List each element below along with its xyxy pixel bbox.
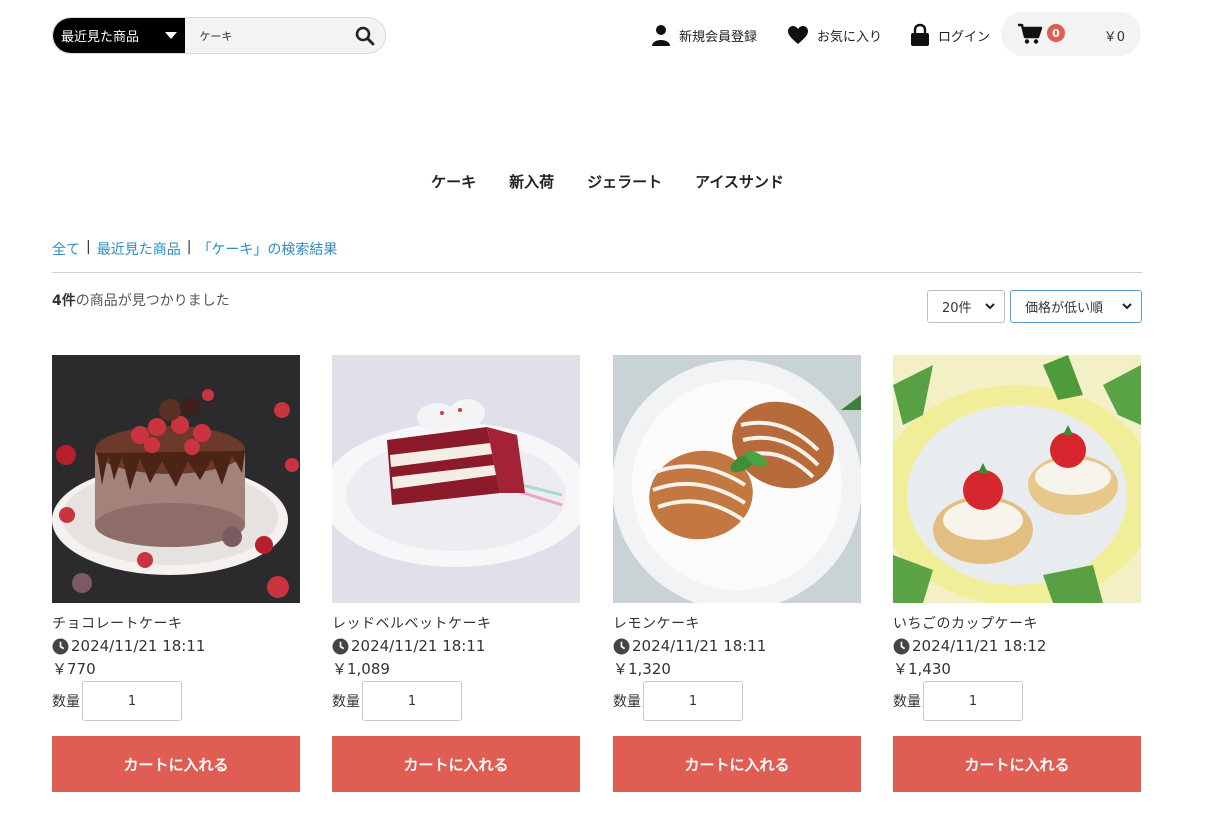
breadcrumb-separator: |: [86, 239, 91, 255]
breadcrumb-separator: |: [186, 239, 192, 255]
product-image[interactable]: [332, 355, 580, 603]
product-date: 2024/11/21 18:11: [52, 637, 300, 655]
result-count-number: 4件: [52, 293, 76, 309]
login-label: ログイン: [938, 29, 991, 45]
register-label: 新規会員登録: [679, 29, 758, 45]
result-count-suffix: の商品が見つかりました: [75, 293, 230, 309]
clock-icon: [332, 638, 349, 654]
product-card: レッドベルベットケーキ 2024/11/21 18:11 ￥1,089 数量 カ…: [332, 355, 580, 792]
quantity-input[interactable]: [643, 681, 743, 721]
nav-cake[interactable]: ケーキ: [431, 171, 476, 192]
register-link[interactable]: 新規会員登録: [651, 22, 757, 48]
add-to-cart-button[interactable]: カートに入れる: [893, 736, 1141, 792]
product-date: 2024/11/21 18:12: [893, 637, 1141, 655]
cart-total: ￥0: [1103, 30, 1125, 45]
quantity-input[interactable]: [362, 681, 462, 721]
product-name[interactable]: レッドベルベットケーキ: [332, 613, 580, 633]
user-icon: [652, 25, 670, 46]
quantity-label: 数量: [893, 694, 921, 710]
quantity-label: 数量: [332, 694, 360, 710]
divider: [52, 272, 1142, 273]
product-date-text: 2024/11/21 18:12: [912, 637, 1047, 655]
cart-count-badge: 0: [1047, 24, 1065, 42]
quantity-input[interactable]: [923, 681, 1023, 721]
product-image[interactable]: [52, 355, 300, 603]
quantity-label: 数量: [613, 694, 641, 710]
search-icon: [355, 26, 375, 45]
result-count: 4件の商品が見つかりました: [52, 290, 230, 310]
product-name[interactable]: レモンケーキ: [613, 613, 861, 633]
quantity-row: 数量: [893, 681, 1141, 721]
clock-icon: [613, 638, 630, 654]
favorites-link[interactable]: お気に入り: [787, 22, 882, 48]
heart-icon: [788, 26, 808, 44]
clock-icon: [52, 638, 69, 654]
login-link[interactable]: ログイン: [910, 22, 990, 48]
caret-down-icon: [165, 32, 178, 39]
breadcrumb-search-result[interactable]: 「ケーキ」の検索結果: [197, 239, 337, 259]
add-to-cart-button[interactable]: カートに入れる: [332, 736, 580, 792]
breadcrumb: 全て | 最近見た商品 | 「ケーキ」の検索結果: [52, 239, 337, 259]
add-to-cart-button[interactable]: カートに入れる: [52, 736, 300, 792]
add-to-cart-button[interactable]: カートに入れる: [613, 736, 861, 792]
product-date: 2024/11/21 18:11: [613, 637, 861, 655]
sort-value: 価格が低い順: [1025, 301, 1104, 316]
favorites-label: お気に入り: [817, 29, 883, 45]
product-price: ￥1,320: [613, 660, 671, 678]
search-input[interactable]: [185, 18, 345, 53]
product-date: 2024/11/21 18:11: [332, 637, 580, 655]
product-name[interactable]: チョコレートケーキ: [52, 613, 300, 633]
product-card: いちごのカップケーキ 2024/11/21 18:12 ￥1,430 数量 カー…: [893, 355, 1141, 792]
product-date-text: 2024/11/21 18:11: [632, 637, 767, 655]
product-price: ￥770: [52, 660, 96, 678]
sort-select[interactable]: 価格が低い順: [1010, 290, 1142, 323]
product-image[interactable]: [613, 355, 861, 603]
per-page-value: 20件: [942, 301, 972, 316]
chevron-down-icon: [1122, 303, 1132, 310]
product-card: レモンケーキ 2024/11/21 18:11 ￥1,320 数量 カートに入れ…: [613, 355, 861, 792]
nav-gelato[interactable]: ジェラート: [587, 171, 662, 192]
product-price: ￥1,089: [332, 660, 390, 678]
quantity-row: 数量: [332, 681, 580, 721]
product-image[interactable]: [893, 355, 1141, 603]
product-name[interactable]: いちごのカップケーキ: [893, 613, 1141, 633]
product-price: ￥1,430: [893, 660, 951, 678]
per-page-select[interactable]: 20件: [927, 290, 1005, 323]
search-bar: 最近見た商品: [52, 17, 386, 54]
quantity-row: 数量: [613, 681, 861, 721]
cart-button[interactable]: 0 ￥0: [1001, 12, 1141, 56]
product-date-text: 2024/11/21 18:11: [71, 637, 206, 655]
product-date-text: 2024/11/21 18:11: [351, 637, 486, 655]
quantity-label: 数量: [52, 694, 80, 710]
search-category-label: 最近見た商品: [61, 30, 140, 45]
quantity-row: 数量: [52, 681, 300, 721]
clock-icon: [893, 638, 910, 654]
nav-ice-sandwich[interactable]: アイスサンド: [695, 171, 784, 192]
cart-icon: [1018, 23, 1043, 44]
category-nav: ケーキ 新入荷 ジェラート アイスサンド: [0, 171, 1215, 192]
search-button[interactable]: [344, 18, 385, 53]
search-category-select[interactable]: 最近見た商品: [53, 18, 186, 53]
product-card: チョコレートケーキ 2024/11/21 18:11 ￥770 数量 カートに入…: [52, 355, 300, 792]
lock-icon: [911, 23, 929, 46]
chevron-down-icon: [985, 303, 995, 310]
breadcrumb-all[interactable]: 全て: [52, 239, 80, 259]
quantity-input[interactable]: [82, 681, 182, 721]
breadcrumb-recent[interactable]: 最近見た商品: [97, 239, 181, 259]
nav-new-arrivals[interactable]: 新入荷: [509, 171, 554, 192]
